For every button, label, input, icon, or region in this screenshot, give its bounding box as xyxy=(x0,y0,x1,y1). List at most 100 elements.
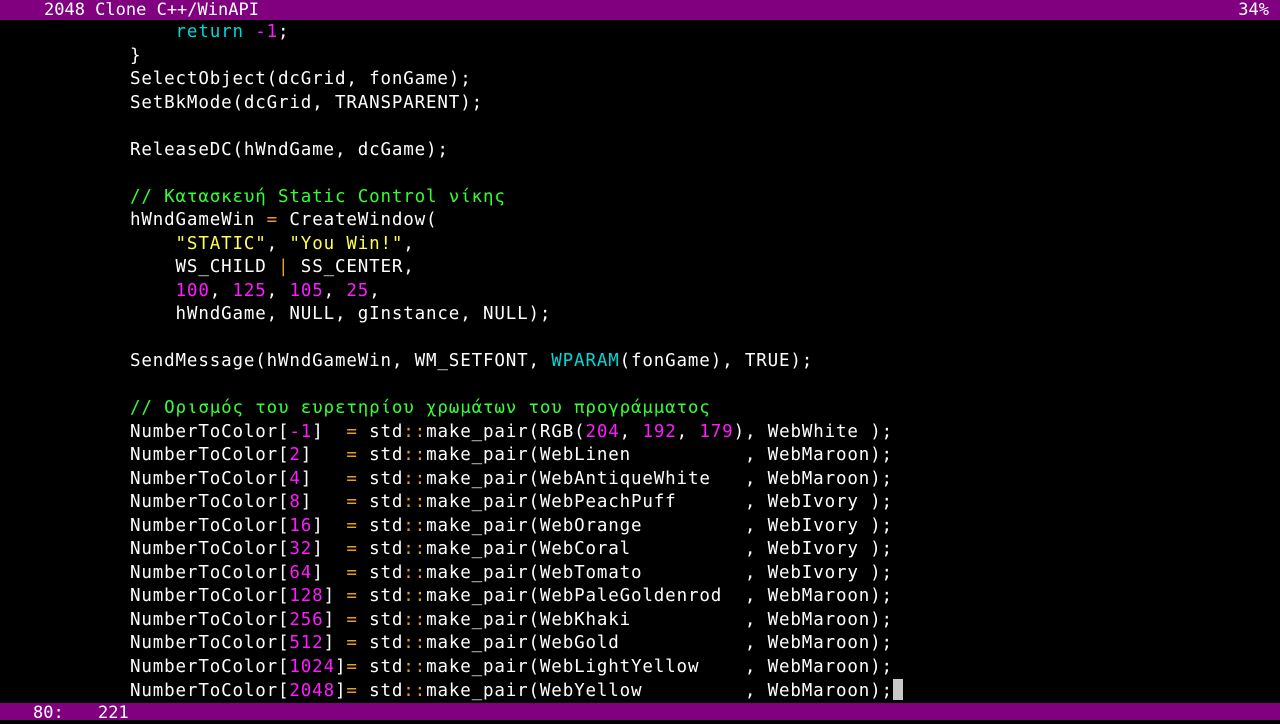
code-token: 204 xyxy=(585,421,620,442)
code-line: return -1; xyxy=(130,21,289,45)
code-token: 128 xyxy=(289,586,324,606)
code-line: NumberToColor[32] = std::make_pair(WebCo… xyxy=(130,538,893,562)
code-line: NumberToColor[8] = std::make_pair(WebPea… xyxy=(130,491,893,515)
code-token: = xyxy=(346,586,358,606)
code-token: NumberToColor[ xyxy=(130,633,290,653)
code-token: std xyxy=(357,515,404,536)
code-token: NumberToColor[ xyxy=(130,421,290,442)
code-token: std xyxy=(357,421,404,442)
code-token: = xyxy=(346,515,358,536)
code-token: std xyxy=(357,445,404,465)
code-token: ] xyxy=(312,539,347,559)
code-token: make_pair(WebLinen , WebMaroon); xyxy=(426,445,893,465)
code-token: make_pair(WebOrange , WebIvory ); xyxy=(426,515,893,536)
code-line: NumberToColor[4] = std::make_pair(WebAnt… xyxy=(130,468,893,492)
code-token: NumberToColor[ xyxy=(130,515,290,536)
code-token: ] xyxy=(300,492,347,512)
code-token: 4 xyxy=(289,468,301,489)
title-bar: 2048 Clone C++/WinAPI 34% xyxy=(0,0,1280,20)
code-line: // Κατασκευή Static Control νίκης xyxy=(130,186,506,210)
code-token: , xyxy=(266,233,290,254)
code-token: :: xyxy=(403,633,427,653)
code-token: 32 xyxy=(289,539,313,559)
code-token: ] xyxy=(334,681,347,701)
code-token: :: xyxy=(403,609,427,630)
code-line: SelectObject(dcGrid, fonGame); xyxy=(130,68,472,92)
code-token: NumberToColor[ xyxy=(130,562,290,583)
code-editor[interactable]: return -1;} SelectObject(dcGrid, fonGame)… xyxy=(0,20,1280,703)
code-token: WPARAM xyxy=(551,351,620,371)
code-token: ] xyxy=(312,562,347,583)
code-token: CreateWindow( xyxy=(278,210,438,230)
code-token: = xyxy=(346,562,358,583)
code-token: 105 xyxy=(289,280,324,301)
code-token: std xyxy=(357,586,404,606)
code-token: std xyxy=(357,539,404,559)
code-token: :: xyxy=(403,681,427,701)
code-token: SelectObject(dcGrid, fonGame); xyxy=(130,69,472,89)
code-token: std xyxy=(357,492,404,512)
code-token: std xyxy=(357,609,404,630)
code-token: , xyxy=(266,280,290,301)
code-token: std xyxy=(357,681,404,701)
code-line: NumberToColor[1024]= std::make_pair(WebL… xyxy=(130,656,893,680)
code-line: hWndGameWin = CreateWindow( xyxy=(130,209,437,233)
code-token: :: xyxy=(403,539,427,559)
cursor-line: 80: xyxy=(33,703,64,723)
code-line: ReleaseDC(hWndGame, dcGame); xyxy=(130,139,449,163)
code-token: , xyxy=(369,280,381,301)
code-token: make_pair(WebYellow , WebMaroon); xyxy=(426,681,893,701)
code-token: 512 xyxy=(289,633,324,653)
code-token: = xyxy=(346,468,358,489)
code-token: ] xyxy=(312,515,347,536)
code-token: -1 xyxy=(255,22,279,42)
code-line: // Ορισμός του ευρετηρίου χρωμάτων του π… xyxy=(130,397,711,421)
code-token: , xyxy=(676,421,700,442)
code-token: make_pair(WebTomato , WebIvory ); xyxy=(426,562,893,583)
code-token: NumberToColor[ xyxy=(130,586,290,606)
code-token: ] xyxy=(334,656,347,677)
code-token: = xyxy=(346,539,358,559)
code-token: ] xyxy=(312,421,347,442)
code-token: make_pair(WebLightYellow , WebMaroon); xyxy=(426,656,893,677)
code-token: = xyxy=(346,633,358,653)
code-token: make_pair(WebPeachPuff , WebIvory ); xyxy=(426,492,893,512)
cursor-column: 221 xyxy=(98,703,129,723)
code-token: 125 xyxy=(232,280,267,301)
code-token: :: xyxy=(403,562,427,583)
code-token: NumberToColor[ xyxy=(130,445,290,465)
code-token: = xyxy=(346,492,358,512)
code-token: ] xyxy=(323,633,347,653)
status-bar: 80: 221 xyxy=(0,703,1280,723)
code-token: 64 xyxy=(289,562,313,583)
code-token: std xyxy=(357,633,404,653)
code-token: :: xyxy=(403,586,427,606)
code-token: NumberToColor[ xyxy=(130,468,290,489)
code-line: } xyxy=(130,45,141,69)
code-token: ; xyxy=(278,22,290,42)
code-token: = xyxy=(346,445,358,465)
code-line: 100, 125, 105, 25, xyxy=(130,280,381,304)
code-token: = xyxy=(346,681,358,701)
code-token: ] xyxy=(323,586,347,606)
code-token: make_pair(WebCoral , WebIvory ); xyxy=(426,539,893,559)
code-token: hWndGame, NULL, gInstance, NULL); xyxy=(175,304,552,324)
code-token: WS_CHILD xyxy=(175,257,279,277)
code-line: NumberToColor[2048]= std::make_pair(WebY… xyxy=(130,679,903,703)
code-token: make_pair(WebKhaki , WebMaroon); xyxy=(426,609,893,630)
code-token: , xyxy=(323,280,347,301)
code-token: SetBkMode(dcGrid, TRANSPARENT); xyxy=(130,92,483,113)
code-token: "You Win!" xyxy=(289,233,404,254)
code-line: NumberToColor[2] = std::make_pair(WebLin… xyxy=(130,444,893,468)
code-token: std xyxy=(357,562,404,583)
code-token: std xyxy=(357,468,404,489)
code-token: -1 xyxy=(289,421,313,442)
code-token: :: xyxy=(403,468,427,489)
code-token: return xyxy=(175,22,244,42)
code-token: ] xyxy=(300,445,347,465)
code-line: NumberToColor[256] = std::make_pair(WebK… xyxy=(130,609,893,633)
code-token: 192 xyxy=(642,421,677,442)
code-token: = xyxy=(346,421,358,442)
code-token: 2048 xyxy=(289,681,335,701)
text-cursor xyxy=(892,679,903,700)
